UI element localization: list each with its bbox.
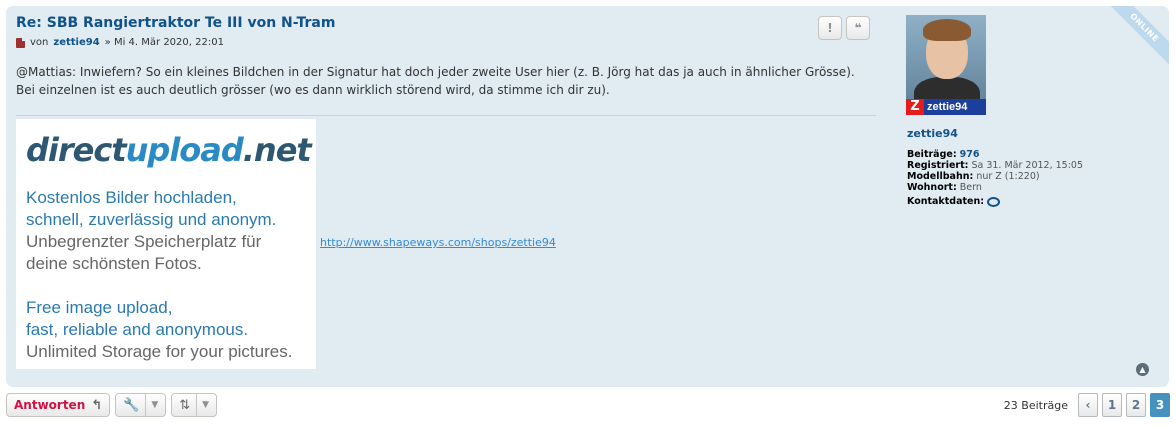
registered-label: Registriert: — [907, 160, 969, 171]
reply-arrow-icon: ↰ — [91, 397, 103, 413]
report-button[interactable]: ! — [818, 16, 842, 40]
previous-page-button[interactable]: ‹ — [1078, 393, 1098, 417]
pagination: 23 Beiträge ‹ 1 2 3 — [1004, 393, 1170, 417]
action-bar: Antworten ↰ 🔧 ▼ ⇅ ▼ — [6, 393, 218, 417]
avatar-badge: Z zettie94 — [906, 99, 986, 115]
meta-prefix: von — [30, 37, 49, 48]
sort-dropdown[interactable]: ⇅ ▼ — [171, 393, 218, 417]
banner-line-3: Unbegrenzter Speicherplatz für — [26, 232, 262, 251]
page-button-2[interactable]: 2 — [1126, 393, 1146, 417]
modellbahn-value: nur Z (1:220) — [976, 171, 1040, 182]
quote-button[interactable]: ❝ — [846, 16, 870, 40]
modellbahn-label: Modellbahn: — [907, 171, 974, 182]
sort-icon: ⇅ — [179, 397, 191, 413]
badge-name: zettie94 — [927, 101, 968, 113]
post-date: » Mi 4. Mär 2020, 22:01 — [104, 37, 224, 48]
post-title[interactable]: Re: SBB Rangiertraktor Te III von N-Tram — [16, 15, 335, 31]
directupload-logo: directupload.net — [26, 131, 312, 169]
avatar[interactable]: Z zettie94 — [906, 15, 986, 115]
page-button-current[interactable]: 3 — [1150, 393, 1170, 417]
banner-line-1: Kostenlos Bilder hochladen, — [26, 188, 237, 207]
banner-line-4: deine schönsten Fotos. — [26, 254, 202, 273]
online-ribbon: ONLINE — [1099, 6, 1169, 73]
signature-divider — [16, 115, 876, 116]
wohnort-label: Wohnort: — [907, 182, 957, 193]
post-actions: ! ❝ — [818, 16, 870, 40]
reply-label: Antworten — [14, 398, 86, 412]
registered-value: Sa 31. Mär 2012, 15:05 — [971, 160, 1083, 171]
tools-dropdown[interactable]: 🔧 ▼ — [115, 393, 167, 417]
wohnort-value: Bern — [959, 182, 982, 193]
profile-details: Beiträge: 976 Registriert: Sa 31. Mär 20… — [907, 149, 1083, 207]
post-content: @Mattias: Inwiefern? So ein kleines Bild… — [16, 65, 855, 97]
post-meta: von zettie94 » Mi 4. Mär 2020, 22:01 — [16, 37, 224, 48]
banner-line-2: schnell, zuverlässig und anonym. — [26, 210, 277, 229]
post-author-link[interactable]: zettie94 — [53, 37, 99, 48]
back-to-top-icon[interactable]: ▲ — [1136, 363, 1149, 376]
reply-button[interactable]: Antworten ↰ — [6, 393, 111, 417]
post-count: 23 Beiträge — [1003, 398, 1068, 412]
chevron-down-icon: ▼ — [145, 394, 158, 416]
banner-line-5: Free image upload, — [26, 298, 173, 317]
page-button-1[interactable]: 1 — [1102, 393, 1122, 417]
posts-label: Beiträge: — [907, 149, 957, 160]
post-container: ONLINE Re: SBB Rangiertraktor Te III von… — [6, 6, 1169, 387]
badge-letter: Z — [906, 99, 924, 115]
signature-banner[interactable]: directupload.net Kostenlos Bilder hochla… — [16, 119, 316, 369]
profile-username[interactable]: zettie94 — [907, 127, 958, 140]
wrench-icon: 🔧 — [123, 397, 140, 413]
banner-line-7: Unlimited Storage for your pictures. — [26, 342, 293, 361]
banner-line-6: fast, reliable and anonymous. — [26, 320, 249, 339]
post-icon[interactable] — [16, 37, 25, 48]
contact-label: Kontaktdaten: — [907, 196, 985, 207]
chevron-down-icon: ▼ — [196, 394, 209, 416]
contact-chat-icon[interactable] — [987, 196, 1001, 207]
signature-link[interactable]: http://www.shapeways.com/shops/zettie94 — [320, 236, 556, 249]
posts-count-link[interactable]: 976 — [960, 149, 980, 160]
